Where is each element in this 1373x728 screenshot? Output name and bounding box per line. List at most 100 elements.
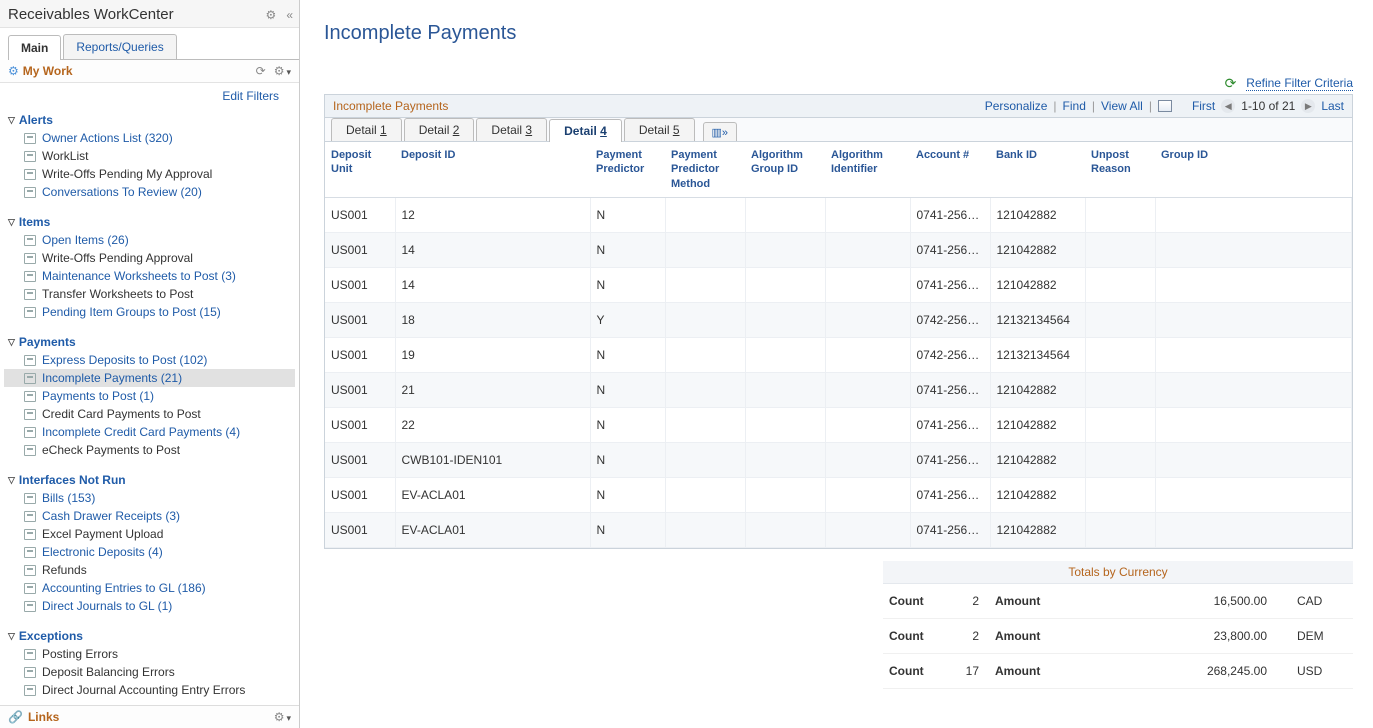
nav-item[interactable]: WorkList [4, 147, 295, 165]
amount-label: Amount [995, 664, 1065, 678]
nav-item[interactable]: Open Items (26) [4, 231, 295, 249]
cell-unit: US001 [325, 337, 395, 372]
detail-tab-3[interactable]: Detail 3 [476, 118, 547, 141]
detail-tab-2[interactable]: Detail 2 [404, 118, 475, 141]
detail-tab-1[interactable]: Detail 1 [331, 118, 402, 141]
nav-item[interactable]: Refunds [4, 561, 295, 579]
show-all-columns-icon[interactable]: ▥» [703, 122, 738, 141]
nav-item-label[interactable]: Pending Item Groups to Post (15) [42, 305, 221, 319]
table-row[interactable]: US00114N0741-256458121042882 [325, 232, 1352, 267]
nav-item[interactable]: Incomplete Credit Card Payments (4) [4, 423, 295, 441]
nav-item[interactable]: Excel Payment Upload [4, 525, 295, 543]
nav-item[interactable]: Credit Card Payments to Post [4, 405, 295, 423]
page-icon [24, 565, 36, 576]
cell-deposit: 12 [395, 197, 590, 232]
column-header[interactable]: Payment Predictor Method [665, 142, 745, 197]
column-header[interactable]: Unpost Reason [1085, 142, 1155, 197]
cell-gid [1155, 512, 1352, 547]
nav-item-label[interactable]: Cash Drawer Receipts (3) [42, 509, 180, 523]
collapse-icon[interactable]: « [286, 8, 293, 22]
pager-last[interactable]: Last [1321, 99, 1344, 113]
table-row[interactable]: US001EV-ACLA01N0741-256458121042882 [325, 477, 1352, 512]
table-row[interactable]: US00119N0742-25645812132134564 [325, 337, 1352, 372]
nav-item[interactable]: Owner Actions List (320) [4, 129, 295, 147]
find-link[interactable]: Find [1063, 99, 1086, 113]
detail-tab-5[interactable]: Detail 5 [624, 118, 695, 141]
refine-filter-link[interactable]: Refine Filter Criteria [1246, 76, 1353, 91]
detail-tab-4[interactable]: Detail 4 [549, 119, 622, 142]
tab-reports[interactable]: Reports/Queries [63, 34, 176, 59]
nav-item[interactable]: Write-Offs Pending My Approval [4, 165, 295, 183]
nav-item[interactable]: Accounting Entries to GL (186) [4, 579, 295, 597]
refresh-icon[interactable]: ⟳ [1225, 75, 1237, 92]
table-row[interactable]: US001EV-ACLA01N0741-256458121042882 [325, 512, 1352, 547]
table-row[interactable]: US00122N0741-256458121042882 [325, 407, 1352, 442]
nav-item[interactable]: Write-Offs Pending Approval [4, 249, 295, 267]
nav-item[interactable]: Transfer Worksheets to Post [4, 285, 295, 303]
nav-item[interactable]: Express Deposits to Post (102) [4, 351, 295, 369]
nav-item[interactable]: Conversations To Review (20) [4, 183, 295, 201]
zoom-icon[interactable] [1158, 100, 1172, 112]
nav-item-label[interactable]: Incomplete Payments (21) [42, 371, 182, 385]
nav-item[interactable]: Incomplete Payments (21) [4, 369, 295, 387]
column-header[interactable]: Account # [910, 142, 990, 197]
page-icon [24, 187, 36, 198]
table-row[interactable]: US00118Y0742-25645812132134564 [325, 302, 1352, 337]
column-header[interactable]: Deposit Unit [325, 142, 395, 197]
nav-item-label[interactable]: Direct Journals to GL (1) [42, 599, 172, 613]
column-header[interactable]: Payment Predictor [590, 142, 665, 197]
nav-item[interactable]: eCheck Payments to Post [4, 441, 295, 459]
cell-agid [745, 232, 825, 267]
nav-item-label[interactable]: Payments to Post (1) [42, 389, 154, 403]
column-header[interactable]: Algorithm Identifier [825, 142, 910, 197]
table-row[interactable]: US00112N0741-256458121042882 [325, 197, 1352, 232]
nav-item[interactable]: Bills (153) [4, 489, 295, 507]
nav-item-label[interactable]: Bills (153) [42, 491, 95, 505]
gear-icon[interactable]: ⚙ [266, 8, 277, 22]
nav-item[interactable]: Posting Errors [4, 645, 295, 663]
nav-item-label[interactable]: Conversations To Review (20) [42, 185, 202, 199]
column-header[interactable]: Bank ID [990, 142, 1085, 197]
nav-heading-items[interactable]: ▽Items [4, 211, 295, 231]
pager-first[interactable]: First [1192, 99, 1215, 113]
nav-item-label[interactable]: Open Items (26) [42, 233, 129, 247]
nav-heading-alerts[interactable]: ▽Alerts [4, 109, 295, 129]
reload-icon[interactable]: ⟳ [256, 64, 266, 78]
count-value: 17 [949, 664, 979, 678]
nav-item-label[interactable]: Incomplete Credit Card Payments (4) [42, 425, 240, 439]
nav-heading-payments[interactable]: ▽Payments [4, 331, 295, 351]
cell-acct: 0741-256458 [910, 372, 990, 407]
nav-item[interactable]: Maintenance Worksheets to Post (3) [4, 267, 295, 285]
pager-next-icon[interactable]: ▶ [1301, 99, 1315, 113]
column-header[interactable]: Deposit ID [395, 142, 590, 197]
pager-prev-icon[interactable]: ◀ [1221, 99, 1235, 113]
nav-item-label[interactable]: Electronic Deposits (4) [42, 545, 163, 559]
personalize-link[interactable]: Personalize [985, 99, 1048, 113]
nav-item[interactable]: Deposit Balancing Errors [4, 663, 295, 681]
gear-dropdown-icon[interactable]: ⚙ [274, 64, 291, 78]
nav-item-label[interactable]: Express Deposits to Post (102) [42, 353, 207, 367]
nav-item-label[interactable]: Maintenance Worksheets to Post (3) [42, 269, 236, 283]
nav-item[interactable]: Cash Drawer Receipts (3) [4, 507, 295, 525]
nav-item-label[interactable]: Accounting Entries to GL (186) [42, 581, 206, 595]
table-row[interactable]: US00121N0741-256458121042882 [325, 372, 1352, 407]
nav-heading-interfaces[interactable]: ▽Interfaces Not Run [4, 469, 295, 489]
tab-main[interactable]: Main [8, 35, 61, 60]
table-row[interactable]: US00114N0741-256458121042882 [325, 267, 1352, 302]
links-title[interactable]: Links [28, 710, 59, 724]
nav-item[interactable]: Payments to Post (1) [4, 387, 295, 405]
nav-heading-exceptions[interactable]: ▽Exceptions [4, 625, 295, 645]
column-header[interactable]: Algorithm Group ID [745, 142, 825, 197]
column-header[interactable]: Group ID [1155, 142, 1352, 197]
mywork-title[interactable]: My Work [23, 64, 73, 78]
gear-dropdown-icon[interactable]: ⚙ [274, 710, 291, 724]
nav-item[interactable]: Electronic Deposits (4) [4, 543, 295, 561]
table-row[interactable]: US001CWB101-IDEN101N0741-256458121042882 [325, 442, 1352, 477]
nav-item-label[interactable]: Owner Actions List (320) [42, 131, 173, 145]
nav-item[interactable]: Pending Item Groups to Post (15) [4, 303, 295, 321]
nav-item[interactable]: Direct Journals to GL (1) [4, 597, 295, 615]
edit-filters-link[interactable]: Edit Filters [222, 89, 279, 103]
cell-unit: US001 [325, 197, 395, 232]
viewall-link[interactable]: View All [1101, 99, 1143, 113]
nav-item[interactable]: Direct Journal Accounting Entry Errors [4, 681, 295, 699]
